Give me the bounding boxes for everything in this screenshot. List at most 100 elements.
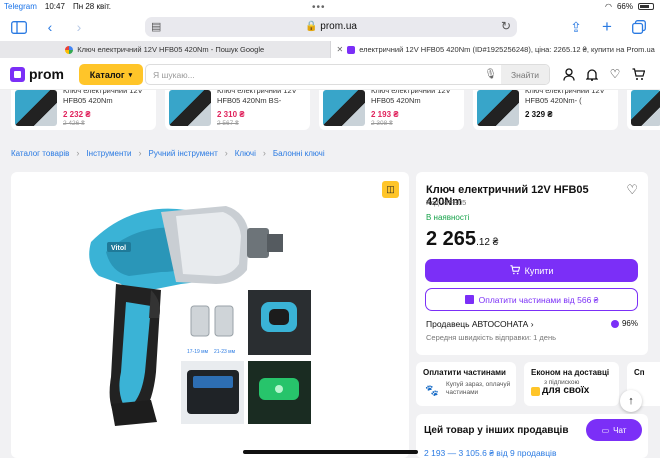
back-icon[interactable]: ‹ [41,18,59,36]
product-thumbnail [15,90,57,126]
detail-thumbnail[interactable] [248,290,311,355]
promo-title: Економ на доставці [531,368,610,377]
multitask-dots-icon[interactable]: ••• [312,2,326,13]
seller-rating: 96% [610,319,638,328]
installments-icon [464,295,474,304]
heart-icon[interactable]: ♡ [608,67,622,81]
chevron-right-icon: › [262,148,266,158]
breadcrumb-item[interactable]: Ручний інструмент [149,149,218,158]
promo-installments[interactable]: Оплатити частинами Купуй зараз, оплачуй … [416,362,516,406]
seller-link[interactable]: Продавець АВТОСОНАТА › [426,319,534,329]
breadcrumb-item[interactable]: Каталог товарів [11,149,69,158]
buy-label: Купити [524,265,554,276]
recommended-name: Ключ електричний 12V HFB05 420Nm [63,90,143,105]
rating-value: 96% [621,319,638,328]
recommended-price: 2 193 ₴ [371,110,399,119]
bell-icon[interactable] [585,67,599,81]
price-main: 2 265 [426,228,477,250]
browser-toolbar: ‹ › ▤ 🔒 prom.ua ↻ ⇪ + [0,14,660,40]
wifi-icon: ◠ [605,2,612,11]
prom-logo-icon [10,66,25,82]
home-indicator[interactable] [243,450,418,454]
date-label: Пн 28 квіт. [72,2,111,11]
promo-delivery[interactable]: Економ на доставці з підпискою для своїх [524,362,619,406]
chevron-down-icon: ▾ [128,71,133,79]
seller-badge-icon[interactable]: ◫ [382,181,399,198]
socket-large-label: 21-23 мм [214,349,236,355]
address-bar[interactable]: ▤ 🔒 prom.ua ↻ [145,17,517,37]
chevron-right-icon: › [76,148,80,158]
prom-logo[interactable]: prom [10,66,64,82]
scroll-top-button[interactable]: ↑ [620,390,642,412]
search-button[interactable]: Знайти [501,65,549,84]
installments-button[interactable]: Оплатити частинами від 566 ₴ [425,288,638,311]
tab-prom-product[interactable]: ✕ електричний 12V HFB05 420Nm (ID#192525… [329,41,660,58]
recommended-item[interactable]: Ключ електричний 12V HFB05 420Nm- ( 2 32… [473,90,618,130]
catalog-button[interactable]: Каталог ▾ [79,64,143,85]
user-icon[interactable] [562,67,576,81]
chevron-right-icon: › [224,148,228,158]
product-thumbnail [169,90,211,126]
catalog-label: Каталог [89,69,125,80]
product-price: 2 265.12 ₴ [426,228,498,251]
product-thumbnail [323,90,365,126]
tab-title: Ключ електричний 12V HFB05 420Nm - Пошук… [77,45,265,54]
case-thumbnail[interactable] [181,361,244,424]
url-text: 🔒 prom.ua [305,21,357,32]
reload-icon[interactable]: ↻ [501,19,511,33]
close-tab-icon[interactable]: ✕ [337,45,344,54]
recommended-old-price: 2 308 ₴ [371,120,393,127]
recommended-price: 2 232 ₴ [63,110,91,119]
new-tab-icon[interactable]: + [598,17,616,36]
installments-label: Оплатити частинами від 566 ₴ [478,294,599,305]
recommended-price: 2 329 ₴ [525,110,553,119]
breadcrumb-item[interactable]: Ключі [235,149,256,158]
recommended-item[interactable]: Ключ електричний 12V HFB05 420Nm 2 232 ₴… [11,90,156,130]
site-header: prom Каталог ▾ Я шукаю... 🎙 Знайти ♡ [0,58,660,90]
search-input[interactable]: Я шукаю... 🎙 Знайти [145,64,550,85]
status-bar: Telegram 10:47 Пн 28 квіт. ••• ◠ 66% [0,0,660,14]
seller-name: Продавець АВТОСОНАТА [426,319,529,329]
forward-icon[interactable]: › [70,18,88,36]
other-sellers-heading: Цей товар у інших продавців [424,425,569,436]
recommended-name: Ключ електричний 12V HFB05 420Nm BS- [217,90,297,105]
level-thumbnail[interactable] [248,361,311,424]
product-info-panel: Ключ електричний 12V HFB05 420Nm ♡ Код: … [416,172,648,355]
sidebar-icon[interactable] [10,18,28,36]
battery-icon [638,3,654,10]
recommended-name: Ключ електричний 12V HFB05 420Nm- ( [525,90,605,105]
price-cents: .12 ₴ [476,237,499,248]
recommended-name: Ключ електричний 12V HFB05 420Nm [371,90,451,105]
chat-icon: ▭ [601,425,610,435]
tab-title: електричний 12V HFB05 420Nm (ID#19252562… [359,45,655,54]
breadcrumb-item[interactable]: Інструменти [86,149,131,158]
recommended-item[interactable]: Ключ електричний 12V HFB05 420Nm BS- 2 3… [165,90,310,130]
microphone-icon[interactable]: 🎙 [484,69,497,80]
search-placeholder: Я шукаю... [153,70,195,80]
buy-button[interactable]: Купити [425,259,638,282]
tabs-overview-icon[interactable] [630,18,648,36]
tab-google-search[interactable]: Ключ електричний 12V HFB05 420Nm - Пошук… [0,41,330,58]
chevron-right-icon: › [530,319,534,329]
breadcrumb-item[interactable]: Балонні ключі [273,149,325,158]
other-sellers-range[interactable]: 2 193 — 3 105.6 ₴ від 9 продавців [424,448,556,458]
product-gallery[interactable]: Vitol 17-19 мм 21-23 мм [11,172,409,458]
recommended-strip: Ключ електричний 12V HFB05 420Nm 2 232 ₴… [0,90,660,132]
chevron-right-icon: › [138,148,142,158]
recommended-item[interactable]: Ключ електричний 12V HFB05 420Nm 2 193 ₴… [319,90,464,130]
brand-label: Vitol [111,245,126,252]
promo-sub: Купуй зараз, оплачуй частинами [446,381,511,396]
cart-icon[interactable] [631,67,645,81]
promo-brand: для своїх [542,385,590,396]
share-icon[interactable]: ⇪ [567,18,585,36]
battery-level: 66% [616,2,633,11]
recommended-item-partial[interactable] [627,90,660,130]
socket-thumbnail[interactable]: 17-19 мм 21-23 мм [186,302,241,357]
chat-button[interactable]: ▭ Чат [586,419,642,441]
cart-icon [509,264,520,277]
favorite-heart-icon[interactable]: ♡ [626,182,638,198]
product-image[interactable]: Vitol 17-19 мм 21-23 мм [11,172,409,458]
paw-icon: 🐾 [425,385,439,397]
product-thumbnail [631,90,660,126]
recommended-price: 2 310 ₴ [217,110,245,119]
